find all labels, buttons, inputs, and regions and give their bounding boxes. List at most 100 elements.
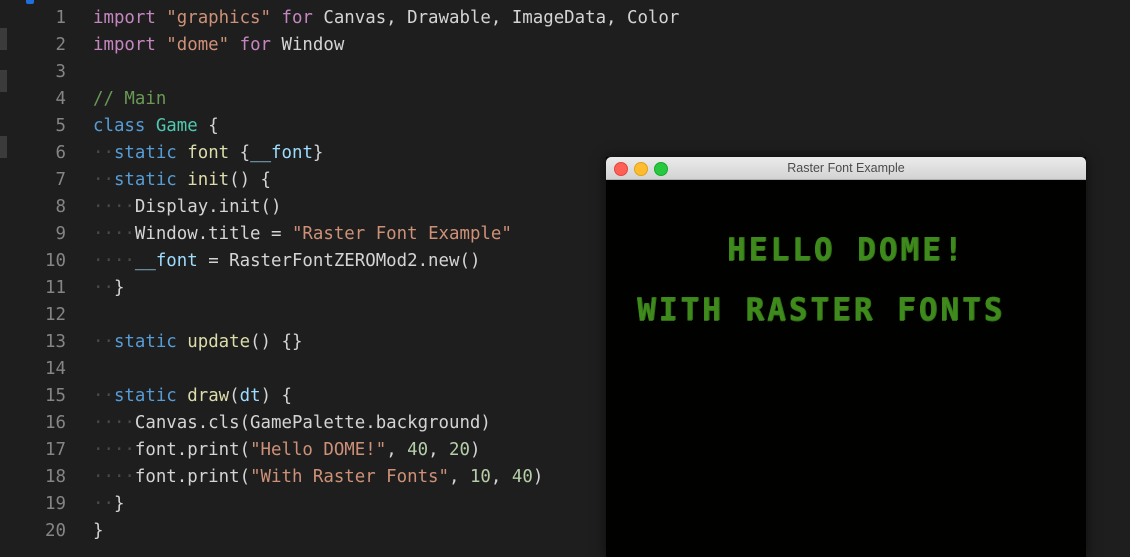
line-number: 3 — [55, 62, 66, 82]
code-token: for — [229, 35, 282, 55]
modified-indicator — [26, 0, 34, 4]
line-number: 20 — [45, 521, 66, 541]
line-code: ··static draw(dt) { — [93, 383, 292, 410]
line-number: 4 — [55, 89, 66, 109]
code-token: , — [449, 467, 470, 487]
code-token: } — [93, 521, 104, 541]
code-line[interactable]: 2 import "dome" for Window — [0, 32, 1130, 59]
line-number: 18 — [45, 467, 66, 487]
code-token: Canvas, Drawable, ImageData, Color — [323, 8, 680, 28]
code-token: ) { — [260, 386, 292, 406]
code-token: font.print( — [134, 440, 251, 460]
code-token: 40 — [407, 440, 429, 460]
code-token: , — [428, 440, 450, 460]
line-code: ····Display.init() — [93, 194, 281, 221]
line-number: 11 — [45, 278, 66, 298]
code-token: static — [113, 332, 188, 352]
code-token: ···· — [93, 251, 135, 271]
code-token: = RasterFontZEROMod2.new() — [197, 251, 481, 271]
code-token: __font — [250, 143, 313, 163]
line-number: 8 — [55, 197, 66, 217]
code-token: "Hello DOME!" — [250, 440, 387, 460]
code-token: 10 — [469, 467, 491, 487]
code-token: , — [386, 440, 408, 460]
code-line[interactable]: 4 // Main — [0, 86, 1130, 113]
code-token: for — [271, 8, 324, 28]
window-title: Raster Font Example — [787, 161, 905, 175]
code-token: () { — [229, 170, 272, 190]
app-window[interactable]: Raster Font Example HELLO DOME! WITH RAS… — [606, 157, 1086, 557]
line-code: ····Window.title = "Raster Font Example" — [93, 221, 512, 248]
line-number: 9 — [55, 224, 66, 244]
code-token: dt — [239, 386, 261, 406]
code-token: 40 — [511, 467, 533, 487]
line-number: 6 — [55, 143, 66, 163]
line-code: ····Canvas.cls(GamePalette.background) — [93, 410, 491, 437]
code-token: font.print( — [134, 467, 251, 487]
code-token: Canvas.cls(GamePalette.background) — [134, 413, 491, 433]
line-code: import "graphics" for Canvas, Drawable, … — [93, 5, 679, 32]
line-code: ··} — [93, 275, 124, 302]
canvas-text-line-2: WITH RASTER FONTS — [637, 292, 1006, 328]
line-code: ····font.print("Hello DOME!", 40, 20) — [93, 437, 480, 464]
code-token: Window — [281, 35, 345, 55]
line-number: 17 — [45, 440, 66, 460]
line-code: } — [93, 518, 103, 545]
code-token: Display.init() — [134, 197, 282, 217]
code-token: ) — [532, 467, 544, 487]
code-token: () {} — [250, 332, 303, 352]
code-token: draw — [187, 386, 230, 406]
code-token: ·· — [93, 278, 114, 298]
line-number: 15 — [45, 386, 66, 406]
code-token: "graphics" — [166, 8, 271, 28]
line-number: 12 — [45, 305, 66, 325]
code-line[interactable]: 3 — [0, 59, 1130, 86]
code-token: 20 — [449, 440, 470, 460]
game-canvas: HELLO DOME! WITH RASTER FONTS — [606, 180, 1086, 557]
line-number: 10 — [45, 251, 66, 271]
code-token: ···· — [93, 413, 135, 433]
code-token: ···· — [93, 440, 135, 460]
code-token: ···· — [93, 197, 135, 217]
line-number: 14 — [45, 359, 66, 379]
canvas-text-line-1: HELLO DOME! — [727, 232, 966, 268]
code-token: ·· — [93, 170, 114, 190]
code-token: ···· — [93, 224, 135, 244]
code-token: { — [229, 143, 251, 163]
line-code: ····font.print("With Raster Fonts", 10, … — [93, 464, 543, 491]
code-line[interactable]: 1 import "graphics" for Canvas, Drawable,… — [0, 5, 1130, 32]
window-titlebar[interactable]: Raster Font Example — [606, 157, 1086, 180]
code-token: import — [93, 35, 167, 55]
line-code: ··static init() { — [93, 167, 271, 194]
code-token: "With Raster Fonts" — [250, 467, 449, 487]
code-token: ···· — [93, 467, 135, 487]
line-code: ····__font = RasterFontZEROMod2.new() — [93, 248, 480, 275]
code-token: static — [113, 386, 188, 406]
code-token: init — [187, 170, 230, 190]
code-token: ·· — [93, 332, 114, 352]
code-token: "Raster Font Example" — [291, 224, 512, 244]
line-code: ··} — [93, 491, 124, 518]
code-token: , — [490, 467, 512, 487]
code-token: ·· — [93, 143, 114, 163]
code-token: Window.title = — [134, 224, 292, 244]
code-line[interactable]: 5 class Game { — [0, 113, 1130, 140]
code-token: __font — [134, 251, 198, 271]
line-number: 2 — [55, 35, 66, 55]
line-number: 13 — [45, 332, 66, 352]
code-token: } — [312, 143, 324, 163]
code-token: ) — [470, 440, 481, 460]
line-number: 16 — [45, 413, 66, 433]
code-token: font — [187, 143, 230, 163]
code-token: "dome" — [166, 35, 230, 55]
code-token: class — [93, 116, 156, 136]
line-code: ··static font {__font} — [93, 140, 323, 167]
code-token: ·· — [93, 386, 114, 406]
line-code: class Game { — [93, 113, 219, 140]
code-token: } — [113, 278, 125, 298]
code-token: import — [93, 8, 167, 28]
code-token: Game — [155, 116, 198, 136]
line-number: 7 — [55, 170, 66, 190]
code-token: ·· — [93, 494, 114, 514]
code-token: { — [197, 116, 219, 136]
